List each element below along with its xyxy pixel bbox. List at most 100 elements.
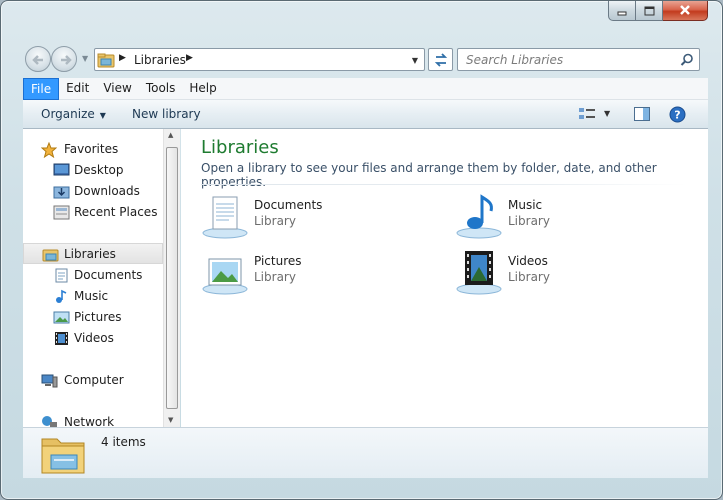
recent-pages-dropdown[interactable]: ▼ [82, 54, 88, 63]
refresh-button[interactable] [428, 48, 453, 71]
libraries-folder-icon [97, 52, 115, 71]
minimize-icon [617, 11, 627, 15]
menu-file[interactable]: File [23, 78, 60, 100]
library-music[interactable]: Music Library [455, 193, 675, 243]
star-icon [40, 141, 58, 161]
music-library-icon [455, 193, 503, 244]
library-pictures-type: Library [254, 270, 296, 284]
explorer-window: ▼ ▶ Libraries ▶ ▼ File Edit View Tools H… [0, 0, 723, 500]
library-music-type: Library [508, 214, 550, 228]
library-documents[interactable]: Documents Library [201, 193, 421, 243]
nav-documents[interactable]: Documents [23, 265, 163, 286]
nav-documents-label: Documents [74, 268, 143, 282]
view-options-dropdown[interactable]: ▼ [604, 109, 610, 118]
library-pictures[interactable]: Pictures Library [201, 249, 421, 299]
nav-music-label: Music [74, 289, 109, 303]
breadcrumb-arrow-icon[interactable]: ▶ [119, 53, 126, 63]
menu-tools[interactable]: Tools [139, 78, 183, 100]
music-icon [53, 289, 70, 307]
preview-pane-icon [634, 107, 650, 121]
computer-icon [41, 373, 58, 391]
search-box[interactable] [457, 48, 700, 71]
menu-help[interactable]: Help [182, 78, 223, 100]
nav-libraries[interactable]: Libraries [23, 243, 163, 264]
preview-pane-button[interactable] [633, 106, 651, 125]
back-button[interactable] [25, 46, 51, 72]
library-documents-name: Documents [254, 198, 323, 212]
nav-libraries-label: Libraries [64, 247, 116, 261]
scroll-down-arrow-icon[interactable]: ▼ [168, 416, 173, 424]
new-library-button[interactable]: New library [132, 107, 201, 121]
search-icon[interactable] [680, 53, 694, 67]
libraries-large-icon [39, 431, 87, 478]
scroll-thumb[interactable] [166, 147, 178, 409]
help-icon: ? [669, 106, 686, 123]
nav-music[interactable]: Music [23, 286, 163, 307]
scroll-up-arrow-icon[interactable]: ▲ [168, 131, 173, 139]
nav-pictures-label: Pictures [74, 310, 122, 324]
item-count: 4 items [101, 435, 146, 449]
chevron-down-icon: ▼ [99, 111, 106, 120]
breadcrumb-child-arrow-icon[interactable]: ▶ [186, 53, 193, 63]
forward-button[interactable] [51, 46, 77, 72]
nav-downloads[interactable]: Downloads [23, 181, 163, 202]
navigation-pane: Favorites Desktop Downloads Recent Place… [23, 129, 163, 427]
nav-desktop[interactable]: Desktop [23, 160, 163, 181]
organize-button[interactable]: Organize ▼ [41, 107, 106, 121]
page-title: Libraries [201, 137, 279, 158]
nav-pictures[interactable]: Pictures [23, 307, 163, 328]
divider [201, 184, 687, 185]
details-pane: 4 items [23, 427, 708, 478]
nav-computer[interactable]: Computer [23, 370, 163, 391]
details-view-icon [579, 108, 595, 119]
nav-favorites[interactable]: Favorites [23, 139, 163, 160]
library-videos-type: Library [508, 270, 550, 284]
breadcrumb-libraries[interactable]: Libraries [134, 53, 186, 67]
command-bar: Organize ▼ New library ▼ ? [23, 100, 708, 129]
library-videos-name: Videos [508, 254, 548, 268]
library-pictures-name: Pictures [254, 254, 302, 268]
address-history-dropdown[interactable]: ▼ [412, 56, 418, 65]
library-music-name: Music [508, 198, 543, 212]
close-button[interactable] [663, 1, 708, 21]
close-icon [680, 5, 690, 15]
nav-pane-scrollbar[interactable]: ▲ ▼ [163, 129, 180, 427]
pictures-icon [53, 310, 70, 328]
nav-videos-label: Videos [74, 331, 114, 345]
organize-label: Organize [41, 107, 95, 121]
nav-recent-places-label: Recent Places [74, 205, 158, 219]
menu-bar: File Edit View Tools Help [23, 78, 708, 100]
documents-icon [53, 268, 70, 286]
nav-downloads-label: Downloads [74, 184, 140, 198]
videos-library-icon [455, 249, 503, 300]
content-pane: Libraries Open a library to see your fil… [181, 129, 708, 427]
forward-arrow-icon [61, 55, 72, 65]
minimize-button[interactable] [608, 1, 636, 21]
nav-computer-label: Computer [64, 373, 124, 387]
network-icon [41, 415, 58, 427]
change-view-button[interactable] [578, 106, 596, 125]
nav-network-label: Network [64, 415, 115, 427]
navigation-row: ▼ ▶ Libraries ▶ ▼ [23, 45, 712, 73]
nav-desktop-label: Desktop [74, 163, 124, 177]
help-button[interactable]: ? [669, 106, 686, 126]
nav-network[interactable]: Network [23, 412, 163, 427]
downloads-icon [53, 184, 70, 202]
caption-buttons [608, 1, 708, 21]
back-arrow-icon [32, 55, 43, 65]
maximize-button[interactable] [636, 1, 663, 21]
desktop-icon [53, 163, 70, 181]
menu-edit[interactable]: Edit [59, 78, 96, 100]
library-videos[interactable]: Videos Library [455, 249, 675, 299]
address-bar[interactable]: ▶ Libraries ▶ ▼ [94, 48, 425, 71]
library-documents-type: Library [254, 214, 296, 228]
menu-view[interactable]: View [96, 78, 138, 100]
recent-places-icon [53, 205, 70, 223]
pictures-library-icon [201, 249, 249, 300]
nav-recent-places[interactable]: Recent Places [23, 202, 163, 223]
nav-favorites-label: Favorites [64, 142, 119, 156]
nav-videos[interactable]: Videos [23, 328, 163, 349]
videos-icon [53, 331, 70, 349]
search-input[interactable] [464, 52, 669, 68]
libraries-icon [42, 247, 59, 265]
